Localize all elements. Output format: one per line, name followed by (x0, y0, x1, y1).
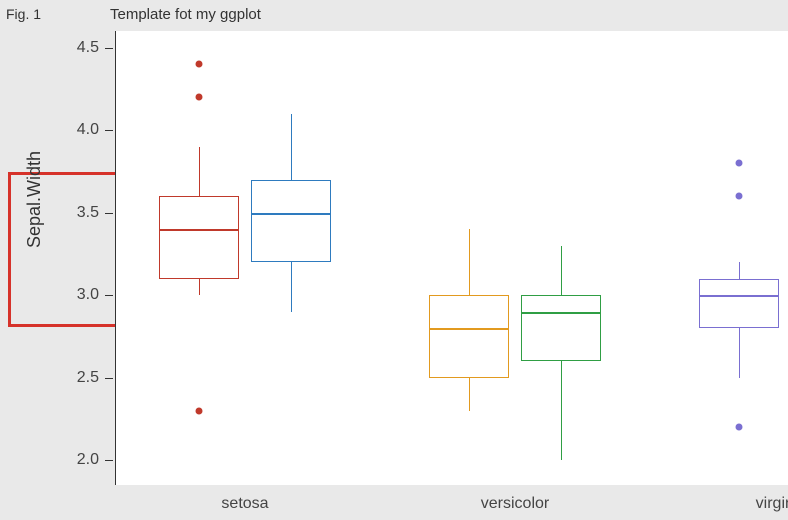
box-outlier (196, 407, 203, 414)
x-tick: virginica (756, 495, 788, 513)
box-outlier (196, 61, 203, 68)
x-tick: setosa (221, 495, 268, 513)
box-median (521, 312, 601, 314)
chart-title: Template fot my ggplot (110, 6, 261, 23)
y-tick: 4.0 (77, 121, 99, 139)
box-outlier (196, 94, 203, 101)
box-body (699, 279, 779, 329)
chart-frame: Fig. 1 Template fot my ggplot Sepal.Widt… (0, 0, 788, 520)
figure-label: Fig. 1 (6, 6, 41, 22)
y-tick: 3.5 (77, 204, 99, 222)
y-tick: 4.5 (77, 39, 99, 57)
y-tick: 2.0 (77, 451, 99, 469)
box-median (429, 328, 509, 330)
plot-panel: 2.02.53.03.54.04.5setosaversicolorvirgin… (115, 31, 788, 485)
box-body (521, 295, 601, 361)
y-axis-line (115, 31, 116, 485)
y-tick: 2.5 (77, 369, 99, 387)
box-outlier (736, 193, 743, 200)
box-median (159, 229, 239, 231)
box-median (699, 295, 779, 297)
x-tick: versicolor (481, 495, 549, 513)
box-body (251, 180, 331, 263)
y-tick: 3.0 (77, 286, 99, 304)
box-body (429, 295, 509, 378)
box-outlier (736, 424, 743, 431)
box-outlier (736, 160, 743, 167)
box-median (251, 213, 331, 215)
y-axis-label: Sepal.Width (24, 151, 45, 248)
box-body (159, 196, 239, 279)
